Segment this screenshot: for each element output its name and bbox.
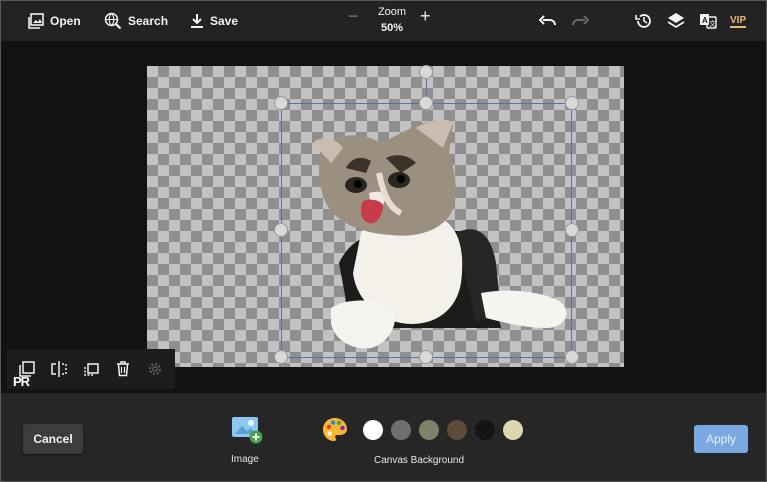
rotate-handle[interactable] (419, 65, 433, 79)
image-label: Image (231, 454, 259, 465)
svg-text:A: A (702, 16, 708, 25)
zoom-in-button[interactable]: + (420, 7, 431, 25)
resize-handle-bottom[interactable] (419, 350, 433, 364)
translate-button[interactable]: A文 (698, 11, 718, 31)
canvas-background-label: Canvas Background (374, 455, 465, 466)
flip-button[interactable] (49, 359, 69, 379)
swatch-gray[interactable] (391, 420, 411, 440)
delete-button[interactable] (113, 359, 133, 379)
open-button[interactable]: Open (28, 1, 81, 41)
layer-order-icon (84, 363, 99, 376)
top-toolbar: Open Search Save − Zoom 50% + A文 VIP (1, 1, 766, 41)
apply-button[interactable]: Apply (694, 425, 748, 453)
plus-icon: + (420, 6, 431, 26)
open-label: Open (50, 14, 81, 28)
flip-icon (51, 361, 67, 377)
save-label: Save (210, 14, 239, 28)
layers-button[interactable] (666, 11, 686, 31)
globe-search-icon (104, 12, 122, 30)
layer-order-button[interactable] (81, 359, 101, 379)
add-image-button[interactable] (229, 415, 263, 445)
swatch-beige[interactable] (503, 420, 523, 440)
swatch-white[interactable] (363, 420, 383, 440)
undo-icon (539, 15, 556, 26)
swatch-black[interactable] (475, 420, 495, 440)
resize-handle-bottom-right[interactable] (565, 350, 579, 364)
delete-icon (117, 361, 129, 377)
search-button[interactable]: Search (104, 1, 168, 41)
resize-handle-right[interactable] (565, 223, 579, 237)
download-icon (191, 14, 203, 28)
bottom-panel: Cancel Image Canvas Background Apply (1, 393, 766, 481)
resize-handle-top-left[interactable] (274, 96, 288, 110)
palette-icon (323, 418, 347, 441)
resize-handle-bottom-left[interactable] (274, 350, 288, 364)
resize-handle-left[interactable] (274, 223, 288, 237)
search-label: Search (128, 14, 169, 28)
save-button[interactable]: Save (190, 1, 238, 41)
resize-handle-top[interactable] (419, 96, 433, 110)
color-palette-button[interactable] (322, 417, 348, 443)
layers-icon (667, 13, 685, 29)
vip-badge[interactable]: VIP (730, 15, 747, 28)
svg-text:文: 文 (709, 19, 716, 28)
object-toolbar (7, 349, 175, 389)
cancel-button[interactable]: Cancel (23, 424, 83, 454)
selection-box[interactable] (281, 103, 572, 358)
redo-button[interactable] (570, 11, 590, 31)
undo-button[interactable] (538, 11, 558, 31)
watermark-logo: PR (13, 374, 30, 389)
swatch-olive[interactable] (419, 420, 439, 440)
image-icon (28, 13, 44, 29)
translate-icon: A文 (700, 14, 717, 29)
redo-icon (572, 15, 589, 26)
swatch-brown[interactable] (447, 420, 467, 440)
resize-handle-top-right[interactable] (565, 96, 579, 110)
history-icon (635, 14, 651, 28)
settings-button[interactable] (145, 359, 165, 379)
history-button[interactable] (634, 11, 654, 31)
gear-icon (149, 363, 161, 375)
add-image-icon (232, 417, 263, 444)
